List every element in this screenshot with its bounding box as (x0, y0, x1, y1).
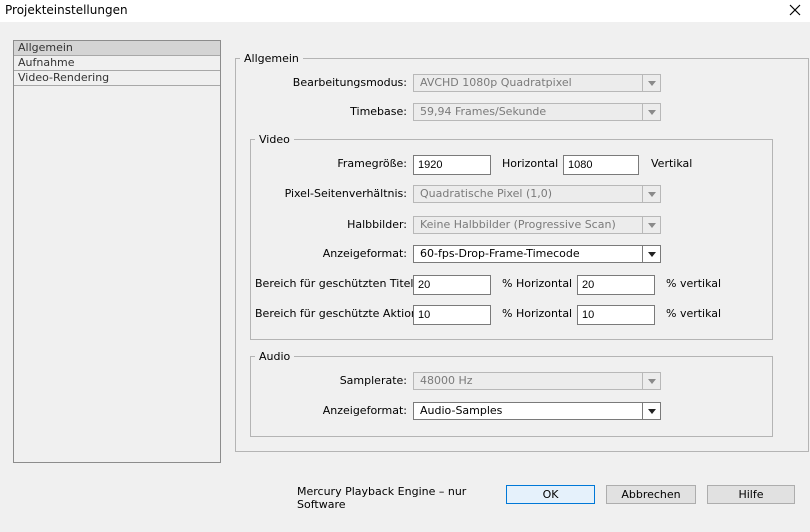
title-safe-horizontal-input[interactable] (413, 275, 491, 295)
audio-display-format-label: Anzeigeformat: (322, 404, 407, 417)
video-display-format-value: 60-fps-Drop-Frame-Timecode (420, 247, 580, 260)
sample-rate-select[interactable]: 48000 Hz (413, 372, 661, 390)
playback-engine-text: Mercury Playback Engine – nur Software (297, 485, 467, 511)
title-safe-vertical-label: % vertikal (666, 277, 722, 290)
frame-height-input[interactable] (563, 155, 639, 175)
pixel-aspect-value: Quadratische Pixel (1,0) (420, 187, 553, 200)
action-safe-horizontal-input[interactable] (413, 305, 491, 325)
fields-label: Halbbilder: (347, 218, 407, 231)
video-legend: Video (259, 133, 290, 146)
frame-vertical-label: Vertikal (651, 157, 693, 170)
action-safe-label: Bereich für geschützte Aktion (255, 307, 418, 320)
close-icon (789, 4, 801, 16)
settings-category-list: Allgemein Aufnahme Video-Rendering (13, 40, 221, 463)
pixel-aspect-select[interactable]: Quadratische Pixel (1,0) (413, 185, 661, 203)
cancel-button[interactable]: Abbrechen (606, 485, 696, 504)
general-legend: Allgemein (244, 52, 299, 65)
frame-horizontal-label: Horizontal (502, 157, 559, 170)
timebase-select[interactable]: 59,94 Frames/Sekunde (413, 103, 661, 121)
sample-rate-value: 48000 Hz (420, 374, 473, 387)
chevron-down-icon (642, 373, 660, 389)
frame-width-input[interactable] (413, 155, 491, 175)
title-safe-label: Bereich für geschützten Titel (255, 277, 414, 290)
chevron-down-icon (642, 104, 660, 120)
audio-group: Audio (250, 350, 773, 437)
action-safe-vertical-input[interactable] (577, 305, 655, 325)
editing-mode-select[interactable]: AVCHD 1080p Quadratpixel (413, 74, 661, 92)
fields-value: Keine Halbbilder (Progressive Scan) (420, 218, 616, 231)
chevron-down-icon (642, 217, 660, 233)
sidebar-item-allgemein[interactable]: Allgemein (14, 41, 220, 56)
action-safe-vertical-label: % vertikal (666, 307, 722, 320)
ok-button[interactable]: OK (506, 485, 595, 504)
editing-mode-label: Bearbeitungsmodus: (292, 76, 407, 89)
close-button[interactable] (784, 0, 806, 20)
title-safe-vertical-input[interactable] (577, 275, 655, 295)
fields-select[interactable]: Keine Halbbilder (Progressive Scan) (413, 216, 661, 234)
frame-size-label: Framegröße: (337, 157, 407, 170)
audio-legend: Audio (259, 350, 291, 363)
video-display-format-select[interactable]: 60-fps-Drop-Frame-Timecode (413, 245, 661, 263)
sidebar-item-video-rendering[interactable]: Video-Rendering (14, 71, 220, 86)
sidebar-item-aufnahme[interactable]: Aufnahme (14, 56, 220, 71)
chevron-down-icon (642, 186, 660, 202)
pixel-aspect-label: Pixel-Seitenverhältnis: (284, 187, 407, 200)
editing-mode-value: AVCHD 1080p Quadratpixel (420, 76, 572, 89)
chevron-down-icon (642, 403, 660, 419)
timebase-value: 59,94 Frames/Sekunde (420, 105, 547, 118)
action-safe-horizontal-label: % Horizontal (502, 307, 573, 320)
chevron-down-icon (642, 246, 660, 262)
title-bar: Projekteinstellungen (0, 0, 810, 22)
chevron-down-icon (642, 75, 660, 91)
timebase-label: Timebase: (350, 105, 407, 118)
window-title: Projekteinstellungen (5, 3, 128, 17)
audio-display-format-select[interactable]: Audio-Samples (413, 402, 661, 420)
sample-rate-label: Samplerate: (339, 374, 407, 387)
video-display-format-label: Anzeigeformat: (322, 247, 407, 260)
help-button[interactable]: Hilfe (707, 485, 795, 504)
title-safe-horizontal-label: % Horizontal (502, 277, 573, 290)
audio-display-format-value: Audio-Samples (420, 404, 503, 417)
